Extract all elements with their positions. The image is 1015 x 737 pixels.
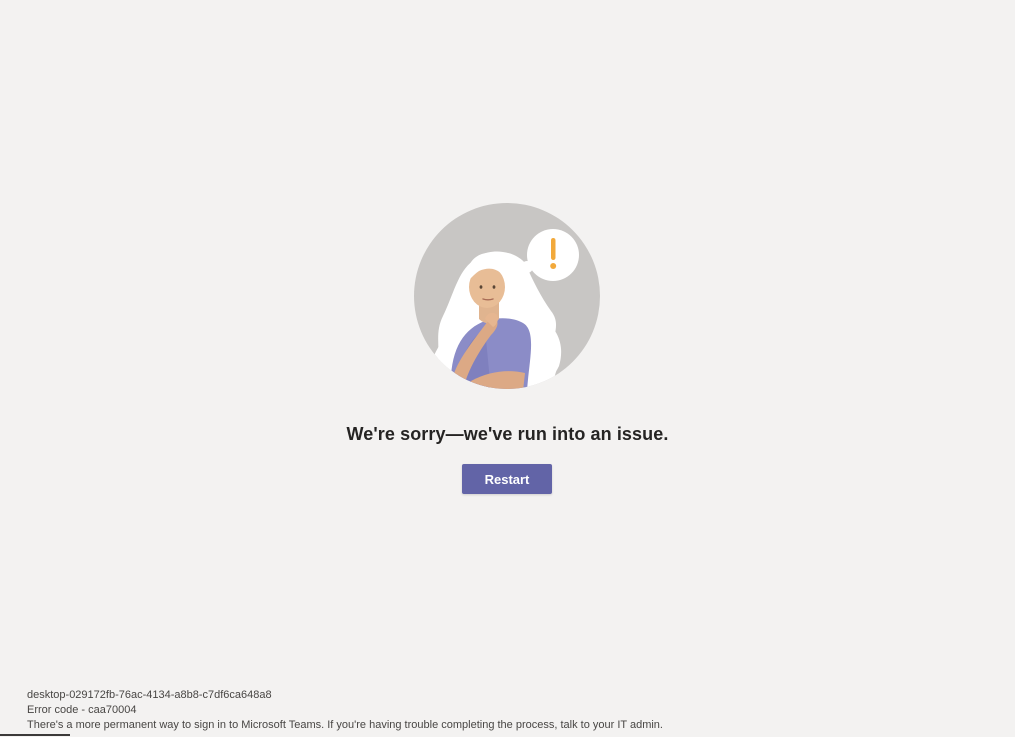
error-code: Error code - caa70004	[27, 704, 137, 716]
confused-person-exclamation-icon	[414, 203, 600, 389]
error-page: We're sorry—we've run into an issue. Res…	[0, 0, 1015, 737]
window-edge-divider	[0, 734, 70, 736]
error-details: desktop-029172fb-76ac-4134-a8b8-c7df6ca6…	[27, 688, 663, 733]
restart-button[interactable]: Restart	[462, 464, 552, 494]
help-text: There's a more permanent way to sign in …	[27, 719, 663, 731]
session-id: desktop-029172fb-76ac-4134-a8b8-c7df6ca6…	[27, 689, 272, 701]
error-heading: We're sorry—we've run into an issue.	[346, 424, 669, 444]
